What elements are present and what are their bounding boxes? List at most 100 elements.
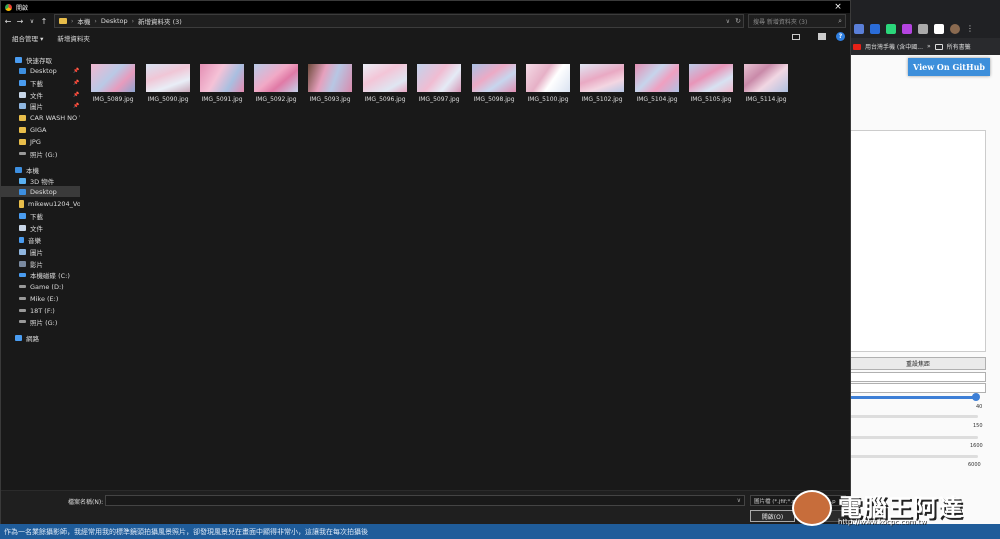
file-item[interactable]: IMG_5098.jpg [468,64,520,104]
open-button[interactable]: 開啟(O) [750,510,795,522]
nav-label: 照片 (G:) [30,318,58,327]
file-item[interactable]: IMG_5100.jpg [522,64,574,104]
nav-folder[interactable]: GIGA [1,124,80,135]
nav-desktop[interactable]: Desktop 📌 [1,65,80,76]
profile-avatar[interactable] [950,24,960,34]
file-item[interactable]: IMG_5096.jpg [359,64,411,104]
nav-label: JPG [30,137,41,146]
pin-icon: 📌 [73,91,80,98]
file-name: IMG_5114.jpg [745,96,787,103]
extension-icon[interactable] [918,24,928,34]
file-item[interactable]: IMG_5090.jpg [142,64,194,104]
breadcrumb-separator: › [71,17,74,25]
search-input[interactable]: 搜尋 新增資料夾 (3) ⌕ [748,14,846,28]
address-row: ← → ∨ ↑ › 本機 › Desktop › 新增資料夾 (3) ∨ ↻ 搜… [1,13,850,30]
extension-icon[interactable] [886,24,896,34]
nav-drive-g[interactable]: 照片 (G:) [1,316,80,327]
nav-drive-e[interactable]: Mike (E:) [1,293,80,304]
chevron-down-icon[interactable]: ∨ [726,15,730,27]
file-item[interactable]: IMG_5104.jpg [631,64,683,104]
breadcrumb-current-folder[interactable]: 新增資料夾 (3) [138,16,182,26]
view-on-github-button[interactable]: View On GitHub [908,58,990,76]
nav-pictures[interactable]: 圖片 [1,246,80,257]
recent-locations-icon[interactable]: ∨ [27,18,37,25]
text-input[interactable] [850,383,986,393]
file-item[interactable]: IMG_5102.jpg [576,64,628,104]
extension-icon[interactable] [854,24,864,34]
nav-documents[interactable]: 文件 [1,222,80,233]
watermark-mascot-logo [792,490,832,526]
preview-pane-icon[interactable] [818,33,826,40]
extension-icon[interactable] [870,24,880,34]
filename-input[interactable]: ∨ [105,495,745,506]
usb-icon [19,199,24,208]
address-bar[interactable]: › 本機 › Desktop › 新增資料夾 (3) ∨ ↻ [54,14,744,28]
chevron-down-icon[interactable]: ∨ [737,496,741,505]
nav-label: 本機 [26,166,39,175]
file-item[interactable]: IMG_5093.jpg [304,64,356,104]
breadcrumb-this-pc[interactable]: 本機 [77,16,90,26]
image-thumbnail [363,64,407,92]
open-file-dialog: 開啟 × ← → ∨ ↑ › 本機 › Desktop › 新增資料夾 (3) … [0,0,851,524]
slider[interactable] [850,455,978,458]
focal-length-slider[interactable] [850,396,978,399]
extension-icon[interactable] [902,24,912,34]
nav-drive-c[interactable]: 本機磁碟 (C:) [1,269,80,280]
reset-focus-button[interactable]: 重設焦距 [850,357,986,370]
nav-label: Game (D:) [30,282,64,291]
file-name: IMG_5090.jpg [147,96,189,103]
refresh-icon[interactable]: ↻ [735,15,741,27]
file-item[interactable]: IMG_5089.jpg [87,64,139,104]
view-options-icon[interactable] [792,34,800,40]
bookmark-item[interactable]: 用台灣手機 (含中國... [865,42,923,51]
slider[interactable] [850,436,978,439]
nav-network[interactable]: 網路 [1,332,80,343]
help-icon[interactable]: ? [836,32,845,41]
nav-folder[interactable]: JPG [1,136,80,147]
slider-value: 150 [973,423,983,429]
slider-handle[interactable] [972,393,980,401]
nav-drive[interactable]: 照片 (G:) [1,148,80,159]
sidebar-toggle-icon[interactable] [934,24,944,34]
nav-pictures[interactable]: 圖片 📌 [1,100,80,111]
computer-icon [15,166,22,173]
nav-downloads[interactable]: 下載 [1,210,80,221]
menu-icon[interactable]: ⋮ [966,24,976,34]
browser-extension-bar: ⋮ [850,20,1000,38]
desktop-icon [19,188,26,195]
nav-videos[interactable]: 影片 [1,258,80,269]
nav-mikewu[interactable]: mikewu1204_Vol.1 [1,198,80,209]
nav-drive-f[interactable]: 18T (F:) [1,305,80,316]
organize-menu-button[interactable]: 組合管理 ▾ [12,33,43,43]
network-icon [15,334,22,341]
forward-icon[interactable]: → [15,17,25,26]
file-item[interactable]: IMG_5092.jpg [250,64,302,104]
folder-icon [19,114,26,121]
breadcrumb-desktop[interactable]: Desktop [101,17,128,25]
nav-quick-access[interactable]: 快速存取 [1,54,80,65]
file-item[interactable]: IMG_5091.jpg [196,64,248,104]
nav-label: 影片 [30,260,43,269]
all-bookmarks[interactable]: 所有書籤 [947,42,971,51]
file-item[interactable]: IMG_5114.jpg [740,64,792,104]
up-icon[interactable]: ↑ [39,17,49,26]
nav-label: 音樂 [28,236,41,245]
nav-documents[interactable]: 文件 📌 [1,89,80,100]
nav-drive-d[interactable]: Game (D:) [1,281,80,292]
slider[interactable] [850,415,978,418]
nav-3d-objects[interactable]: 3D 物件 [1,175,80,186]
image-thumbnail [417,64,461,92]
text-input[interactable] [850,372,986,382]
new-folder-button[interactable]: 新增資料夾 [57,33,90,43]
nav-desktop-selected[interactable]: Desktop [1,186,80,197]
file-item[interactable]: IMG_5097.jpg [413,64,465,104]
nav-this-pc[interactable]: 本機 [1,164,80,175]
file-item[interactable]: IMG_5105.jpg [685,64,737,104]
close-icon[interactable]: × [832,1,844,13]
back-icon[interactable]: ← [3,17,13,26]
file-name: IMG_5105.jpg [690,96,732,103]
bookmark-overflow-icon[interactable]: » [927,43,931,50]
nav-music[interactable]: 音樂 [1,234,80,245]
nav-downloads[interactable]: 下載 📌 [1,77,80,88]
nav-folder[interactable]: CAR WASH NO WAX [1,112,80,123]
